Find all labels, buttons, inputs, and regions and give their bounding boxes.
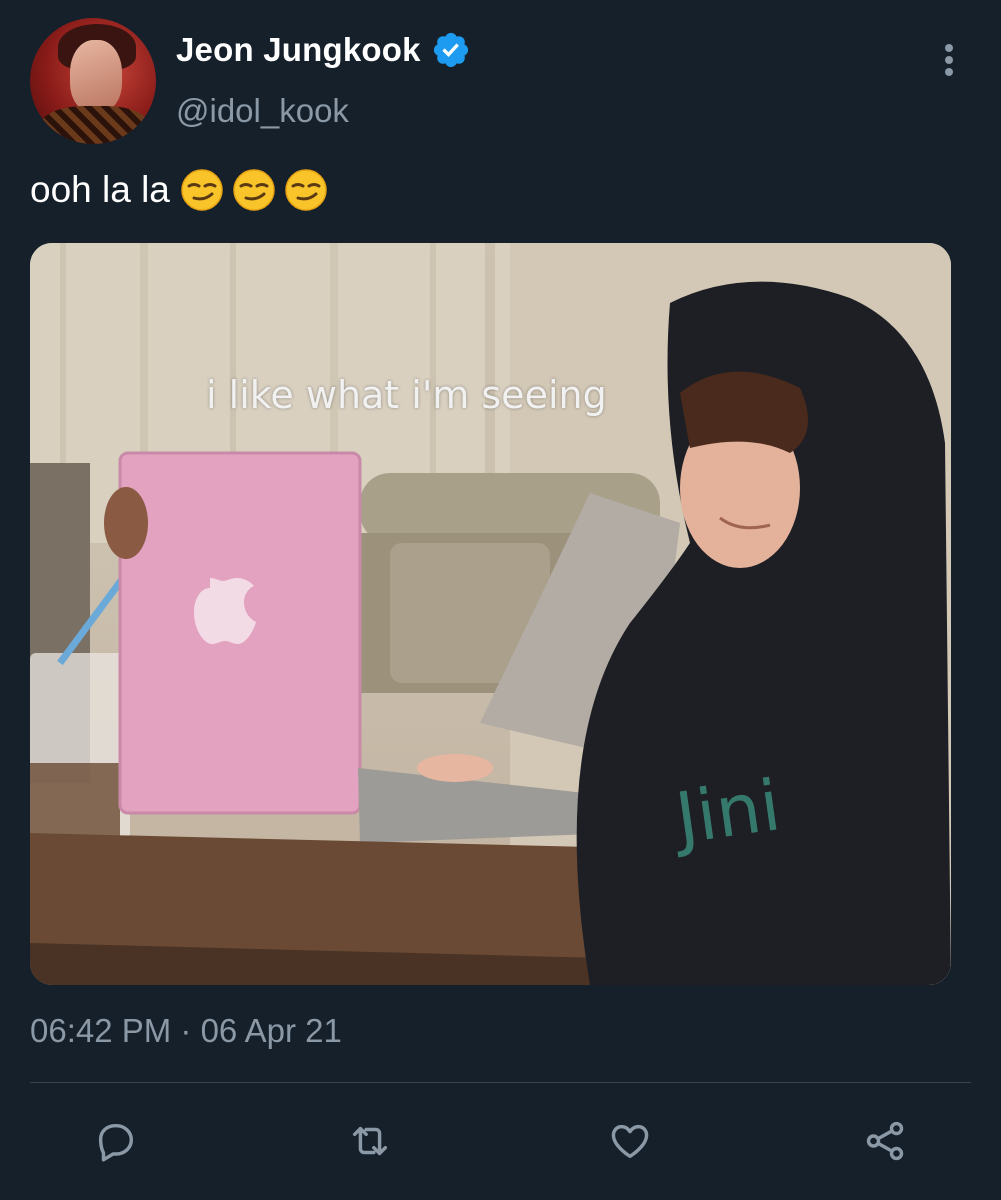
reply-button[interactable] <box>92 1118 138 1164</box>
like-button[interactable] <box>607 1118 653 1164</box>
retweet-icon <box>352 1126 388 1156</box>
svg-text:Jini: Jini <box>667 764 785 860</box>
divider <box>30 1082 971 1083</box>
author-handle[interactable]: @idol_kook <box>176 92 349 130</box>
retweet-button[interactable] <box>347 1118 393 1164</box>
share-button[interactable] <box>862 1118 908 1164</box>
smirking-face-emoji-icon <box>181 169 223 211</box>
smirking-face-emoji-icon <box>285 169 327 211</box>
emoji-row <box>180 168 336 212</box>
more-vertical-icon[interactable] <box>934 40 964 80</box>
reply-icon <box>98 1123 134 1162</box>
author-display-name[interactable]: Jeon Jungkook <box>176 31 421 69</box>
tweet-text-content: ooh la la <box>30 169 170 210</box>
avatar[interactable] <box>30 18 156 144</box>
share-icon <box>866 1121 904 1161</box>
like-icon <box>611 1124 649 1159</box>
meme-caption: i like what i'm seeing <box>206 373 607 417</box>
avatar-face <box>70 40 122 112</box>
meme-illustration: Jini <box>30 243 951 985</box>
tweet-text: ooh la la <box>30 168 336 212</box>
tweet-timestamp[interactable]: 06:42 PM · 06 Apr 21 <box>30 1012 342 1050</box>
author-row: Jeon Jungkook <box>176 30 471 70</box>
verified-badge-icon <box>433 32 468 68</box>
tweet-media-image[interactable]: Jini i like what i'm seeing <box>30 243 951 985</box>
smirking-face-emoji-icon <box>233 169 275 211</box>
avatar-coat <box>40 106 150 144</box>
